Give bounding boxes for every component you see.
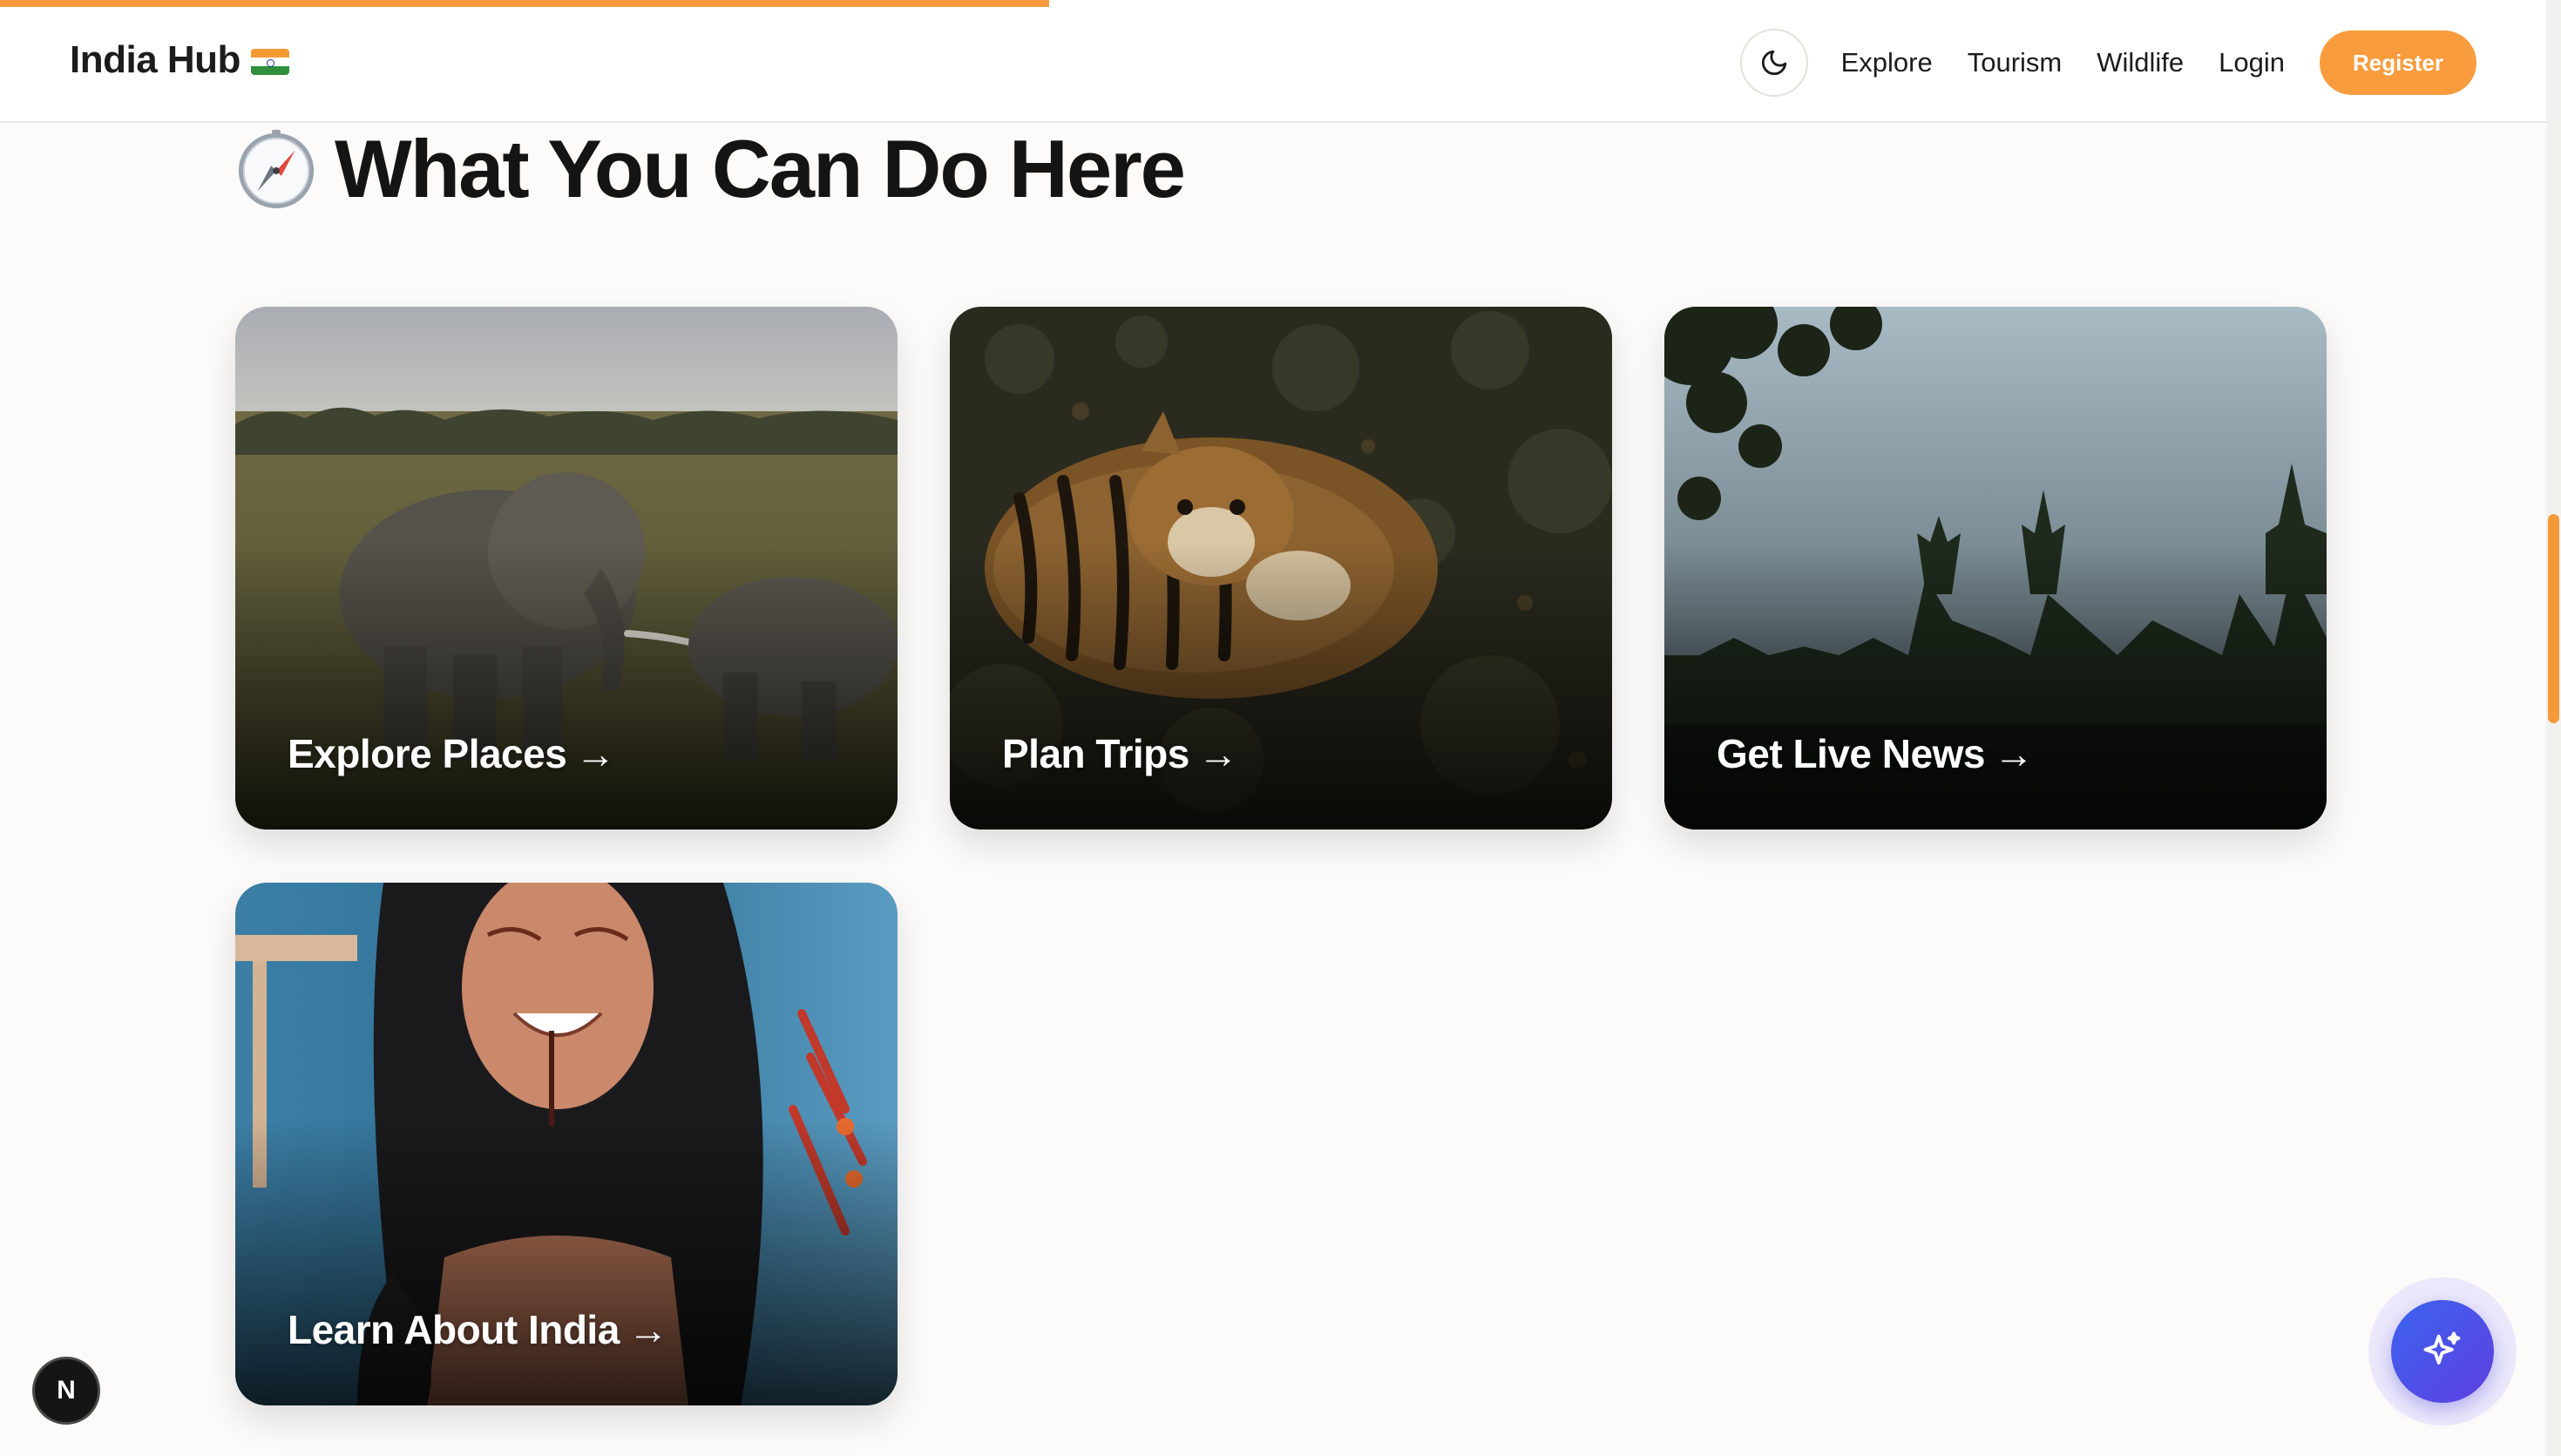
theme-toggle-button[interactable] xyxy=(1739,29,1808,97)
arrow-right-icon: → xyxy=(1197,731,1238,776)
india-flag-icon xyxy=(250,49,289,75)
ai-assistant-button[interactable] xyxy=(2368,1277,2517,1426)
nav-link-login[interactable]: Login xyxy=(2219,47,2285,78)
nav-link-wildlife[interactable]: Wildlife xyxy=(2097,47,2184,78)
page-scrollbar[interactable] xyxy=(2546,0,2561,1456)
arrow-right-icon: → xyxy=(1993,731,2034,776)
section-heading: What You Can Do Here xyxy=(234,122,1186,216)
compass-icon xyxy=(238,129,315,209)
nav-link-tourism[interactable]: Tourism xyxy=(1968,47,2063,78)
scrollbar-thumb[interactable] xyxy=(2548,514,2559,723)
card-label: Explore Places → xyxy=(288,731,615,776)
scroll-progress-fill xyxy=(0,0,1049,7)
register-button[interactable]: Register xyxy=(2320,30,2476,95)
moon-icon xyxy=(1761,50,1786,76)
scroll-progress-bar xyxy=(0,0,2546,7)
card-learn-about-india[interactable]: Learn About India → xyxy=(235,883,898,1405)
card-label: Get Live News → xyxy=(1717,731,2034,776)
section-title-text: What You Can Do Here xyxy=(335,123,1186,214)
nextjs-dev-badge[interactable]: N xyxy=(32,1357,100,1425)
card-label: Plan Trips → xyxy=(1002,731,1238,776)
top-navbar: India Hub Explore Tourism Wildlife Login… xyxy=(0,0,2546,123)
card-get-live-news[interactable]: Get Live News → xyxy=(1664,307,2327,830)
brand-logo[interactable]: India Hub xyxy=(70,38,289,82)
nav-link-explore[interactable]: Explore xyxy=(1841,47,1933,78)
arrow-right-icon: → xyxy=(575,731,615,776)
arrow-right-icon: → xyxy=(627,1307,668,1352)
card-explore-places[interactable]: Explore Places → xyxy=(235,307,898,830)
page: India Hub Explore Tourism Wildlife Login… xyxy=(0,0,2561,1456)
card-label: Learn About India → xyxy=(288,1307,668,1352)
brand-name: India Hub xyxy=(70,38,241,81)
card-plan-trips[interactable]: Plan Trips → xyxy=(950,307,1612,830)
nav-menu: Explore Tourism Wildlife Login Register xyxy=(1739,29,2476,97)
sparkle-icon xyxy=(2423,1331,2461,1365)
